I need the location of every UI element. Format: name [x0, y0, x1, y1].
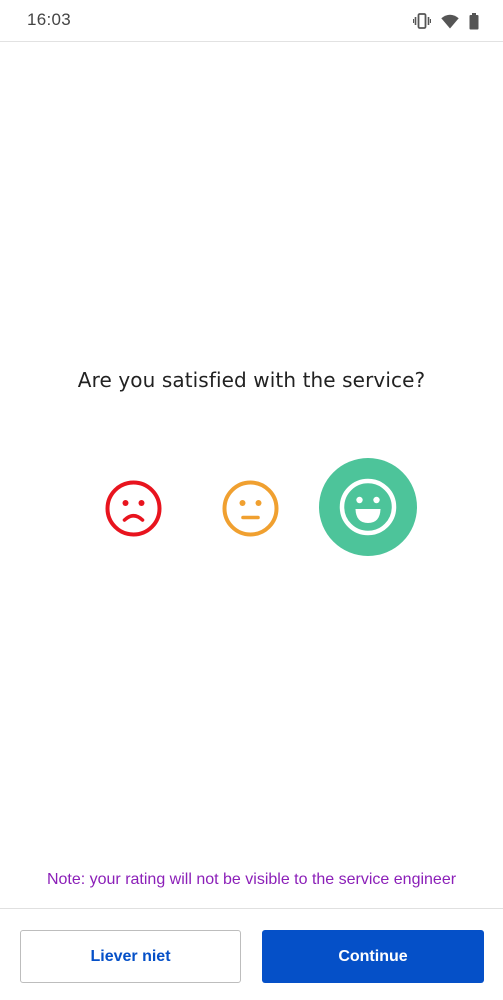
- status-time: 16:03: [27, 10, 72, 29]
- privacy-note: Note: your rating will not be visible to…: [46, 871, 457, 888]
- wifi-icon: [441, 14, 459, 28]
- battery-icon: [469, 12, 479, 29]
- status-icons: [413, 12, 479, 30]
- neutral-face-outline: [222, 480, 279, 537]
- survey-question: Are you satisfied with the service?: [77, 368, 426, 392]
- continue-button[interactable]: Continue: [262, 930, 484, 983]
- continue-button-label: Continue: [338, 947, 408, 965]
- decline-button-label: Liever niet: [90, 947, 171, 965]
- decline-button[interactable]: Liever niet: [20, 930, 241, 983]
- sad-face-outline: [105, 480, 162, 537]
- status-bar: 16:03: [0, 0, 503, 42]
- vibrate-icon: [413, 13, 431, 29]
- rating-options: [0, 458, 503, 558]
- footer-divider: [0, 908, 503, 909]
- happy-face-background: [319, 458, 417, 556]
- neutral-face-icon[interactable]: [222, 480, 279, 537]
- happy-face-icon[interactable]: [319, 458, 417, 556]
- sad-face-icon[interactable]: [105, 480, 162, 537]
